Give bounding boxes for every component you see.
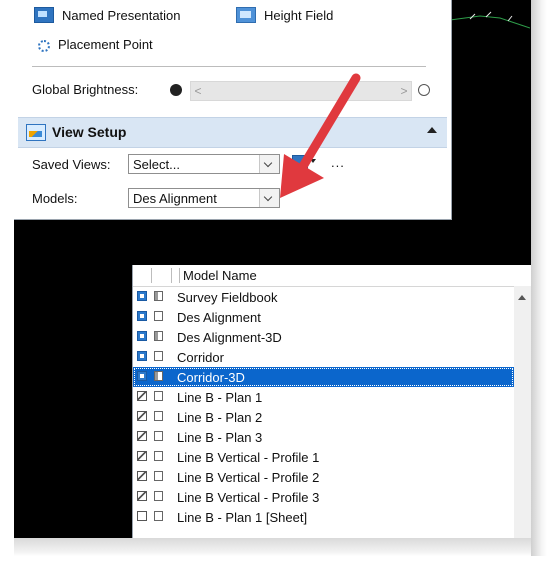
model-display-icon[interactable] <box>154 391 163 401</box>
model-display-icon[interactable] <box>154 311 163 321</box>
model-display-icon[interactable] <box>154 431 163 441</box>
model-name: Line B Vertical - Profile 2 <box>177 470 320 485</box>
screenshot-shadow-bottom <box>14 538 531 556</box>
list-item[interactable]: Des Alignment <box>133 307 514 327</box>
drawing-model-icon <box>137 471 147 481</box>
scroll-up-arrow-icon[interactable] <box>518 295 526 300</box>
model-display-icon[interactable] <box>154 451 163 461</box>
model-name: Corridor <box>177 350 224 365</box>
list-item[interactable]: Corridor-3D <box>133 367 514 387</box>
slider-left-arrow[interactable]: < <box>191 82 205 100</box>
viewport-background: Named Presentation Height Field Placemen… <box>14 0 531 538</box>
model-name: Des Alignment-3D <box>177 330 282 345</box>
list-item[interactable]: Survey Fieldbook <box>133 287 514 307</box>
design-model-icon <box>137 311 147 321</box>
height-field-label: Height Field <box>264 7 334 23</box>
named-presentation-item[interactable]: Named Presentation <box>34 7 181 23</box>
drawing-model-icon <box>137 491 147 501</box>
drawing-model-icon <box>137 411 147 421</box>
model-display-icon[interactable] <box>154 371 163 381</box>
header-separator <box>171 268 172 283</box>
model-display-icon[interactable] <box>154 331 163 341</box>
section-divider <box>32 66 426 67</box>
models-list-popup: Model Name Survey Fieldbook Des Alignment… <box>132 265 531 538</box>
model-display-icon[interactable] <box>154 351 163 361</box>
view-setup-header[interactable]: View Setup <box>18 117 447 148</box>
drawing-model-icon <box>137 391 147 401</box>
list-item[interactable]: Des Alignment-3D <box>133 327 514 347</box>
model-name: Line B - Plan 1 [Sheet] <box>177 510 308 525</box>
screenshot-shadow-right <box>531 0 547 556</box>
saved-views-value: Select... <box>133 157 180 172</box>
dark-sun-icon <box>169 83 183 97</box>
light-sun-icon <box>416 82 432 98</box>
saved-views-label: Saved Views: <box>32 157 111 172</box>
list-item[interactable]: Line B - Plan 3 <box>133 427 514 447</box>
slider-right-arrow[interactable]: > <box>397 82 411 100</box>
models-value: Des Alignment <box>133 191 217 206</box>
design-model-icon <box>137 371 147 381</box>
model-display-icon[interactable] <box>154 491 163 501</box>
model-name: Line B - Plan 2 <box>177 410 263 425</box>
list-header: Model Name <box>133 265 531 287</box>
model-name: Line B - Plan 3 <box>177 430 263 445</box>
placement-point-icon <box>34 38 50 52</box>
list-item[interactable]: Line B - Plan 2 <box>133 407 514 427</box>
list-scrollbar[interactable] <box>514 286 531 538</box>
height-field-icon <box>236 7 256 23</box>
list-item[interactable]: Line B Vertical - Profile 3 <box>133 487 514 507</box>
annotation-arrow <box>280 73 361 198</box>
collapse-chevron-icon[interactable] <box>424 123 440 141</box>
model-display-icon[interactable] <box>154 411 163 421</box>
model-name: Corridor-3D <box>177 370 245 385</box>
design-model-icon <box>137 331 147 341</box>
model-name: Line B - Plan 1 <box>177 390 263 405</box>
sheet-model-icon <box>137 511 147 521</box>
list-item[interactable]: Line B - Plan 1 <box>133 387 514 407</box>
model-name: Des Alignment <box>177 310 261 325</box>
named-presentation-icon <box>34 7 54 23</box>
model-name: Line B Vertical - Profile 1 <box>177 450 320 465</box>
height-field-item[interactable]: Height Field <box>236 7 333 23</box>
placement-point-label: Placement Point <box>58 37 153 52</box>
model-display-icon[interactable] <box>154 291 163 301</box>
list-item[interactable]: Corridor <box>133 347 514 367</box>
header-separator <box>151 268 152 283</box>
design-model-icon <box>137 291 147 301</box>
placement-point-item[interactable]: Placement Point <box>34 37 153 52</box>
list-item[interactable]: Line B Vertical - Profile 1 <box>133 447 514 467</box>
models-label: Models: <box>32 191 78 206</box>
design-model-icon <box>137 351 147 361</box>
model-display-icon[interactable] <box>154 471 163 481</box>
view-attributes-panel: Named Presentation Height Field Placemen… <box>14 0 452 220</box>
model-name: Line B Vertical - Profile 3 <box>177 490 320 505</box>
model-name: Survey Fieldbook <box>177 290 278 305</box>
model-name-column-header[interactable]: Model Name <box>183 268 257 283</box>
named-presentation-label: Named Presentation <box>62 7 181 23</box>
model-display-icon[interactable] <box>154 511 163 521</box>
list-item[interactable]: Line B - Plan 1 [Sheet] <box>133 507 514 527</box>
viewport-geometry <box>450 11 530 29</box>
view-setup-icon <box>26 124 46 141</box>
drawing-model-icon <box>137 431 147 441</box>
list-item[interactable]: Line B Vertical - Profile 2 <box>133 467 514 487</box>
view-setup-title: View Setup <box>52 124 127 140</box>
drawing-model-icon <box>137 451 147 461</box>
header-separator <box>179 268 180 283</box>
global-brightness-label: Global Brightness: <box>32 82 139 97</box>
